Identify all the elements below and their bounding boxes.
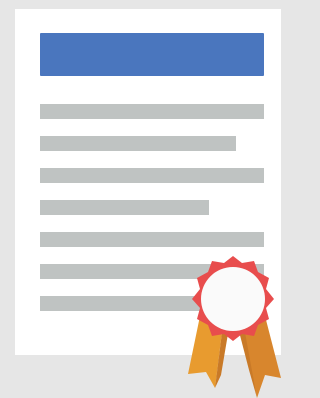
text-line [40, 168, 264, 183]
award-badge-icon [186, 254, 281, 398]
text-line [40, 232, 264, 247]
document-header-bar [40, 33, 264, 76]
text-line [40, 200, 209, 215]
text-line [40, 104, 264, 119]
text-line [40, 136, 236, 151]
